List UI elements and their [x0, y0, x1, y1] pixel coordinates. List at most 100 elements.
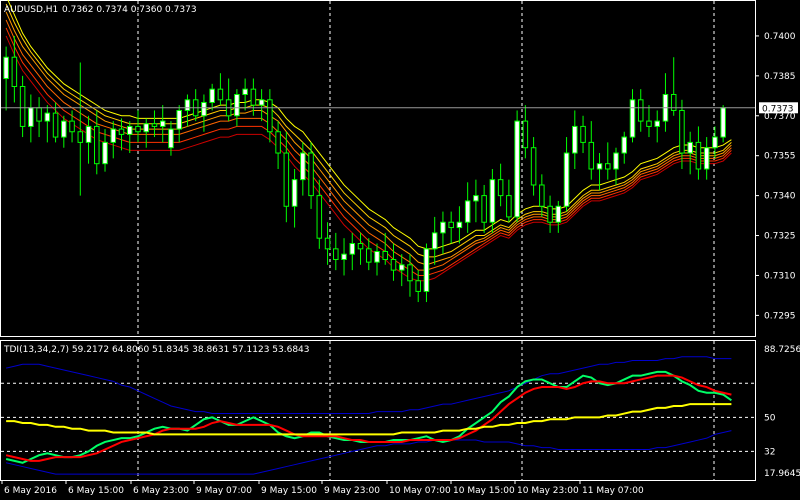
ohlc-readout: 0.7362 0.7374 0.7360 0.7373 [62, 5, 197, 15]
price-tick-label: 0.7355 [764, 152, 796, 162]
time-tick-label: 6 May 2016 [4, 486, 57, 496]
candle-body [85, 125, 92, 143]
candle-body [94, 125, 100, 165]
indicator-title: TDI(13,34,2,7) 59.2172 64.8060 51.8345 3… [3, 345, 310, 355]
candle-body [464, 200, 471, 223]
time-tick-label: 10 May 23:00 [517, 486, 579, 496]
candle-body [283, 152, 290, 207]
candle-body [3, 56, 9, 80]
candle-body [596, 163, 603, 170]
candle-body [506, 195, 512, 218]
candle-body [258, 99, 265, 106]
candle-body [530, 147, 537, 186]
indicator-tick-label: 32 [764, 447, 775, 457]
candle-body [654, 120, 660, 127]
candle-body [563, 152, 570, 207]
price-tick-label: 0.7310 [764, 271, 796, 281]
candle-body [497, 179, 504, 197]
candle-body [44, 112, 51, 122]
candle-body [267, 99, 273, 133]
candle-body [448, 221, 454, 229]
price-panel[interactable]: AUDUSD,H1 0.7362 0.7374 0.7360 0.7373 [0, 0, 756, 337]
candle-body [168, 128, 174, 149]
price-tick-label: 0.7340 [764, 192, 796, 202]
candle-body [431, 232, 438, 250]
candle [720, 105, 726, 143]
candle-body [143, 123, 149, 133]
candle-body [456, 221, 463, 229]
candle-body [522, 120, 529, 149]
candle-body [514, 120, 520, 218]
candle-body [201, 101, 207, 117]
candle-body [423, 248, 430, 292]
candle-body [110, 128, 117, 143]
candle-body [159, 120, 166, 127]
candle-body [621, 136, 628, 154]
candle-body [324, 237, 331, 250]
candle-body [572, 125, 578, 154]
candle-body [613, 152, 619, 170]
current-price-label: 0.7373 [762, 104, 794, 114]
time-axis: 6 May 2016 6 May 15:00 6 May 23:00 9 May 07… [1, 480, 644, 496]
candle-body [333, 248, 339, 260]
candle-body [695, 141, 702, 170]
candle-body [176, 109, 182, 130]
price-tick-label: 0.7385 [764, 72, 796, 82]
candle-body [440, 221, 446, 234]
candle-body [217, 88, 224, 101]
candle-body [209, 88, 215, 103]
candle-body [703, 147, 710, 170]
candle-body [407, 264, 413, 282]
price-tick-label: 0.7325 [764, 232, 796, 242]
price-tick-label: 0.7400 [764, 32, 796, 42]
time-tick-label: 6 May 23:00 [133, 486, 189, 496]
time-tick-label: 9 May 23:00 [324, 486, 380, 496]
candle-body [61, 120, 67, 138]
candle-body [679, 109, 685, 154]
candle-body [19, 86, 26, 127]
candle-body [126, 125, 133, 135]
indicator-tick-label: 88.7256 [764, 345, 800, 355]
candle-body [308, 152, 314, 197]
candle-body [184, 99, 191, 111]
candle-body [77, 131, 84, 143]
candle-body [481, 195, 487, 223]
candle-body [555, 205, 562, 223]
price-tick-label: 0.7295 [764, 311, 796, 321]
candle-body [637, 99, 644, 122]
candle-body [629, 99, 636, 138]
candle-body [720, 107, 726, 138]
time-tick-label: 10 May 07:00 [389, 486, 451, 496]
price-axis: 0.74000.73850.73700.73550.73400.73250.73… [755, 32, 796, 321]
time-tick-label: 6 May 15:00 [68, 486, 124, 496]
current-price-tag: 0.7373 [759, 102, 798, 114]
candle-body [28, 107, 34, 127]
candle-body [580, 125, 586, 143]
candle-body [316, 195, 323, 239]
candle-body [605, 163, 611, 170]
candle-body [151, 123, 158, 127]
candle-body [398, 264, 405, 271]
candle-body [687, 141, 693, 154]
candle-body [11, 56, 18, 87]
candle-body [291, 179, 298, 207]
candle-body [365, 248, 372, 263]
candle-body [102, 141, 108, 165]
time-tick-label: 10 May 15:00 [453, 486, 515, 496]
trading-chart[interactable]: AUDUSD,H1 0.7362 0.7374 0.7360 0.7373 0.… [0, 0, 800, 500]
candle-body [349, 243, 356, 255]
indicator-tick-label: 17.9645 [764, 469, 800, 479]
candle-body [234, 93, 240, 117]
symbol-title: AUDUSD,H1 [4, 5, 58, 15]
candle-body [242, 88, 248, 95]
candle-body [275, 131, 281, 154]
candle-body [357, 243, 364, 250]
candle-body [36, 107, 42, 122]
time-tick-label: 9 May 07:00 [196, 486, 252, 496]
candle-body [69, 120, 75, 133]
indicator-panel[interactable]: TDI(13,34,2,7) 59.2172 64.8060 51.8345 3… [0, 340, 756, 481]
indicator-axis: 88.7256 50 32 17.9645 [764, 345, 800, 479]
candle-body [52, 112, 59, 138]
candle-body [382, 251, 389, 260]
candle-body [341, 253, 347, 260]
